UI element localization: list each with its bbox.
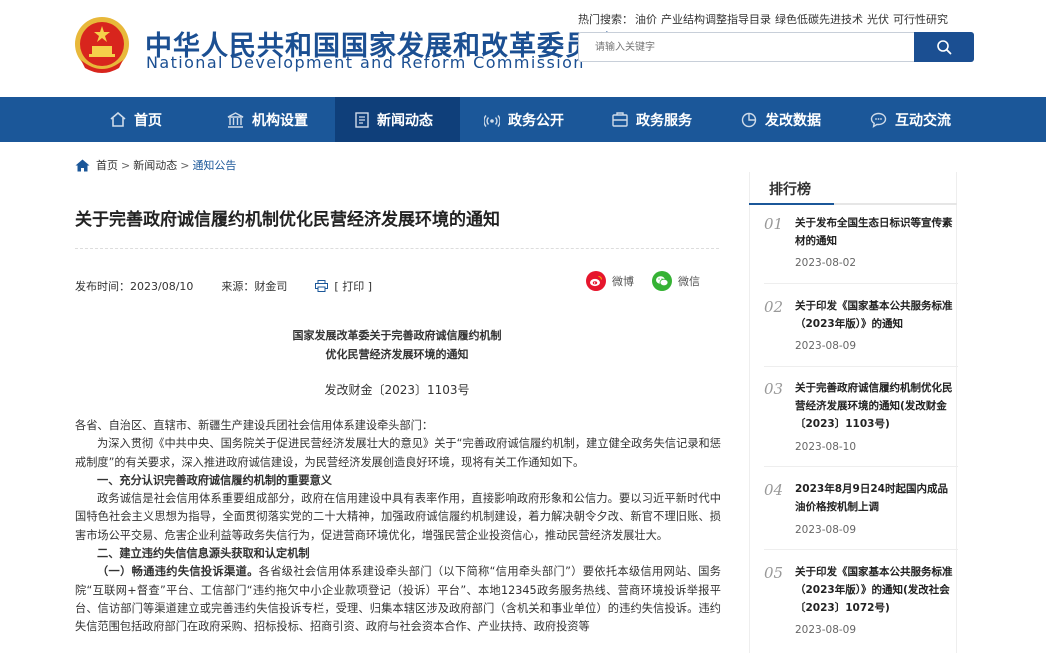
building-icon <box>227 111 244 128</box>
nav-news[interactable]: 新闻动态 <box>335 97 460 142</box>
rank-date: 2023-08-10 <box>795 441 857 453</box>
breadcrumb-home[interactable]: 首页 <box>96 157 118 173</box>
section-heading: 一、充分认识完善政府诚信履约机制的重要意义 <box>97 473 332 487</box>
weibo-icon <box>586 271 606 291</box>
breadcrumb-separator: > <box>121 158 131 172</box>
home-icon <box>75 159 90 171</box>
chart-icon <box>741 112 757 127</box>
nav-label: 首页 <box>134 112 162 129</box>
nav-label: 发改数据 <box>765 112 821 129</box>
rank-title[interactable]: 关于印发《国家基本公共服务标准（2023年版）》的通知(发改社会〔2023〕10… <box>795 563 958 617</box>
rank-date: 2023-08-09 <box>795 624 857 636</box>
breadcrumb-news[interactable]: 新闻动态 <box>133 157 177 173</box>
home-icon <box>110 112 126 127</box>
document-number: 发改财金〔2023〕1103号 <box>324 383 470 397</box>
hot-search-item[interactable]: 光伏 <box>867 13 889 26</box>
rank-number: 01 <box>764 215 784 233</box>
section-heading: 二、建立违约失信信息源头获取和认定机制 <box>97 547 310 561</box>
divider <box>764 466 958 467</box>
title-divider <box>75 248 719 249</box>
wechat-icon <box>652 271 672 291</box>
search-input[interactable] <box>579 33 915 61</box>
nav-label: 互动交流 <box>895 112 951 129</box>
paragraph: 政务诚信是社会信用体系重要组成部分，政府在信用建设中具有表率作用，直接影响政府形… <box>75 492 721 542</box>
rank-number: 05 <box>764 564 784 582</box>
hot-search-item[interactable]: 油价 <box>635 13 657 26</box>
nav-interaction[interactable]: 互动交流 <box>870 97 951 142</box>
nav-gov-service[interactable]: 政务服务 <box>612 97 692 142</box>
print-button[interactable]: [ 打印 ] <box>315 278 372 294</box>
rank-number: 02 <box>764 298 784 316</box>
news-icon <box>355 111 369 128</box>
nav-label: 政务公开 <box>508 112 564 129</box>
search-box <box>578 32 974 62</box>
rank-number: 03 <box>764 380 784 398</box>
main-nav: 首页 机构设置 新闻动态 政务公开 政务服务 发改数据 互动交流 <box>0 97 1046 142</box>
share-weibo-label: 微博 <box>612 275 634 288</box>
print-label: [ 打印 ] <box>334 280 372 293</box>
article-meta: 发布时间：2023/08/10 来源：财金司 [ 打印 ] <box>75 278 372 294</box>
nav-label: 机构设置 <box>252 112 308 129</box>
divider <box>764 549 958 550</box>
rank-date: 2023-08-09 <box>795 340 857 352</box>
ranking-title: 排行榜 <box>769 182 811 198</box>
nav-gov-affairs[interactable]: 政务公开 <box>484 97 564 142</box>
hot-search-item[interactable]: 绿色低碳先进技术 <box>775 13 863 26</box>
search-icon <box>937 40 952 55</box>
rank-date: 2023-08-02 <box>795 257 857 269</box>
nav-label: 新闻动态 <box>377 112 433 129</box>
share-weibo[interactable]: 微博 <box>586 271 634 291</box>
nav-data[interactable]: 发改数据 <box>741 97 821 142</box>
rank-title[interactable]: 关于印发《国家基本公共服务标准（2023年版）》的通知 <box>795 297 958 333</box>
ranking-header: 排行榜 <box>749 172 957 205</box>
article-body: 各省、自治区、直辖市、新疆生产建设兵团社会信用体系建设牵头部门： 为深入贯彻《中… <box>75 417 721 637</box>
site-title-en[interactable]: National Development and Reform Commissi… <box>146 53 585 72</box>
paragraph: （一）畅通违约失信投诉渠道。各省级社会信用体系建设牵头部门（以下简称“信用牵头部… <box>75 563 721 636</box>
hot-search-label: 热门搜索： <box>578 13 633 26</box>
service-icon <box>612 111 628 127</box>
printer-icon <box>315 280 329 292</box>
national-emblem-icon[interactable] <box>73 16 131 76</box>
site-header: 中华人民共和国国家发展和改革委员会 National Development a… <box>0 0 1046 97</box>
rank-title[interactable]: 关于完善政府诚信履约机制优化民营经济发展环境的通知(发改财金〔2023〕1103… <box>795 379 958 433</box>
hot-search-item[interactable]: 可行性研究 <box>893 13 948 26</box>
breadcrumb: 首页 > 新闻动态 > 通知公告 <box>75 157 236 173</box>
chat-icon <box>870 112 887 128</box>
publish-time: 发布时间：2023/08/10 <box>75 280 194 293</box>
share-wechat-label: 微信 <box>678 275 700 288</box>
rank-title[interactable]: 关于发布全国生态日标识等宣传素材的通知 <box>795 214 958 250</box>
paragraph: 为深入贯彻《中共中央、国务院关于促进民营经济发展壮大的意见》关于“完善政府诚信履… <box>75 437 721 469</box>
rank-number: 04 <box>764 481 784 499</box>
share-wechat[interactable]: 微信 <box>652 271 700 291</box>
article-source: 来源：财金司 <box>221 280 288 293</box>
nav-label: 政务服务 <box>636 112 692 129</box>
nav-home[interactable]: 首页 <box>110 97 180 142</box>
divider <box>764 366 958 367</box>
breadcrumb-separator: > <box>180 158 190 172</box>
document-heading-line2: 优化民营经济发展环境的通知 <box>325 348 469 361</box>
broadcast-icon <box>484 114 500 127</box>
document-heading-line1: 国家发展改革委关于完善政府诚信履约机制 <box>292 329 502 342</box>
salutation: 各省、自治区、直辖市、新疆生产建设兵团社会信用体系建设牵头部门： <box>75 419 434 432</box>
breadcrumb-current[interactable]: 通知公告 <box>192 157 236 173</box>
search-button[interactable] <box>914 32 974 62</box>
hot-search: 热门搜索： 油价 产业结构调整指导目录 绿色低碳先进技术 光伏 可行性研究 <box>578 11 952 27</box>
nav-organization[interactable]: 机构设置 <box>227 97 308 142</box>
rank-date: 2023-08-09 <box>795 524 857 536</box>
subsection-heading: （一）畅通违约失信投诉渠道。 <box>97 565 259 579</box>
divider <box>764 283 958 284</box>
rank-title[interactable]: 2023年8月9日24时起国内成品油价格按机制上调 <box>795 480 958 516</box>
article-title: 关于完善政府诚信履约机制优化民营经济发展环境的通知 <box>75 210 500 230</box>
hot-search-item[interactable]: 产业结构调整指导目录 <box>661 13 771 26</box>
